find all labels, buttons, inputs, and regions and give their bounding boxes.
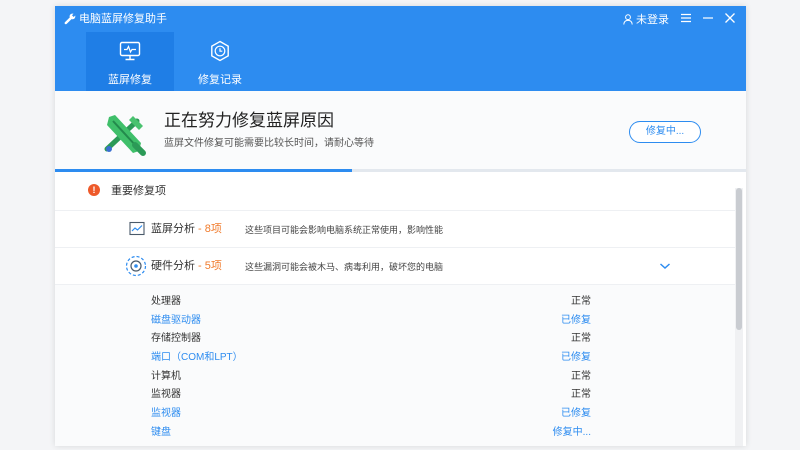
title-bar: 电脑蓝屏修复助手 未登录 (55, 6, 746, 32)
repair-status-panel: 正在努力修复蓝屏原因 蓝屏文件修复可能需要比较长时间，请耐心等待 修复中... (55, 91, 746, 171)
warning-icon: ! (88, 184, 100, 196)
repairing-button[interactable]: 修复中... (629, 121, 701, 143)
item-count: 5项 (204, 260, 222, 272)
detail-status: 修复中... (552, 427, 591, 438)
item-count: 8项 (204, 223, 222, 235)
detail-item: 监视器 正常 (151, 386, 591, 404)
scrollbar[interactable] (735, 188, 743, 446)
detail-name: 存储控制器 (151, 333, 201, 344)
row-title: 蓝屏分析 - 8项 (151, 223, 222, 235)
app-window: 电脑蓝屏修复助手 未登录 蓝屏修复 修复记录 正在努力修复蓝屏原因 蓝屏文件修复… (55, 6, 746, 446)
detail-status: 已修复 (561, 408, 591, 419)
detail-name: 磁盘驱动器 (151, 315, 201, 326)
row-title: 硬件分析 - 5项 (151, 260, 222, 272)
repair-tools-icon (104, 115, 146, 156)
hardware-scan-icon (125, 255, 147, 277)
login-label: 未登录 (636, 14, 669, 26)
tab-label: 修复记录 (198, 74, 242, 86)
detail-name: 计算机 (151, 371, 181, 382)
detail-item: 端口（COM和LPT） 已修复 (151, 349, 591, 367)
close-icon[interactable] (723, 11, 737, 25)
header-bar: 电脑蓝屏修复助手 未登录 蓝屏修复 修复记录 (55, 6, 746, 91)
detail-name: 键盘 (151, 427, 171, 438)
minimize-icon[interactable] (701, 11, 715, 25)
detail-status: 正常 (571, 333, 591, 344)
clock-icon (211, 40, 229, 62)
chart-icon (129, 221, 145, 236)
status-title: 正在努力修复蓝屏原因 (164, 111, 334, 130)
section-title: 重要修复项 (111, 185, 166, 197)
hardware-details-list: 处理器 正常 磁盘驱动器 已修复 存储控制器 正常 端口（COM和LPT） 已修… (55, 284, 735, 446)
repair-progress-bar (55, 169, 746, 172)
section-header: ! 重要修复项 (55, 174, 735, 210)
detail-name: 监视器 (151, 389, 181, 400)
detail-item: 处理器 正常 (151, 293, 591, 311)
detail-name: 监视器 (151, 408, 181, 419)
scrollbar-thumb[interactable] (736, 188, 742, 330)
detail-status: 正常 (571, 296, 591, 307)
detail-name: 处理器 (151, 296, 181, 307)
wrench-icon (64, 13, 76, 25)
row-description: 这些项目可能会影响电脑系统正常使用，影响性能 (245, 225, 444, 235)
bluescreen-analysis-row[interactable]: 蓝屏分析 - 8项 这些项目可能会影响电脑系统正常使用，影响性能 (55, 210, 735, 248)
tab-repair-history[interactable]: 修复记录 (176, 32, 264, 91)
detail-status: 已修复 (561, 315, 591, 326)
tab-label: 蓝屏修复 (108, 74, 152, 86)
detail-item: 监视器 已修复 (151, 405, 591, 423)
menu-icon[interactable] (679, 11, 693, 25)
status-subtitle: 蓝屏文件修复可能需要比较长时间，请耐心等待 (164, 138, 374, 149)
monitor-icon (119, 41, 141, 61)
chevron-down-icon[interactable] (659, 261, 671, 271)
row-description: 这些漏洞可能会被木马、病毒利用，破坏您的电脑 (245, 262, 444, 272)
user-icon (623, 13, 633, 25)
hardware-analysis-row[interactable]: 硬件分析 - 5项 这些漏洞可能会被木马、病毒利用，破坏您的电脑 (55, 247, 735, 285)
app-title: 电脑蓝屏修复助手 (79, 13, 167, 25)
login-button[interactable]: 未登录 (623, 12, 669, 26)
repair-progress-fill (55, 169, 353, 172)
detail-status: 已修复 (561, 352, 591, 363)
detail-item: 存储控制器 正常 (151, 330, 591, 348)
detail-status: 正常 (571, 389, 591, 400)
detail-name: 端口（COM和LPT） (151, 352, 243, 363)
detail-item: 磁盘驱动器 已修复 (151, 312, 591, 330)
detail-item: 键盘 修复中... (151, 424, 591, 442)
detail-item: 计算机 正常 (151, 368, 591, 386)
detail-status: 正常 (571, 371, 591, 382)
tab-bluescreen-repair[interactable]: 蓝屏修复 (86, 32, 174, 91)
